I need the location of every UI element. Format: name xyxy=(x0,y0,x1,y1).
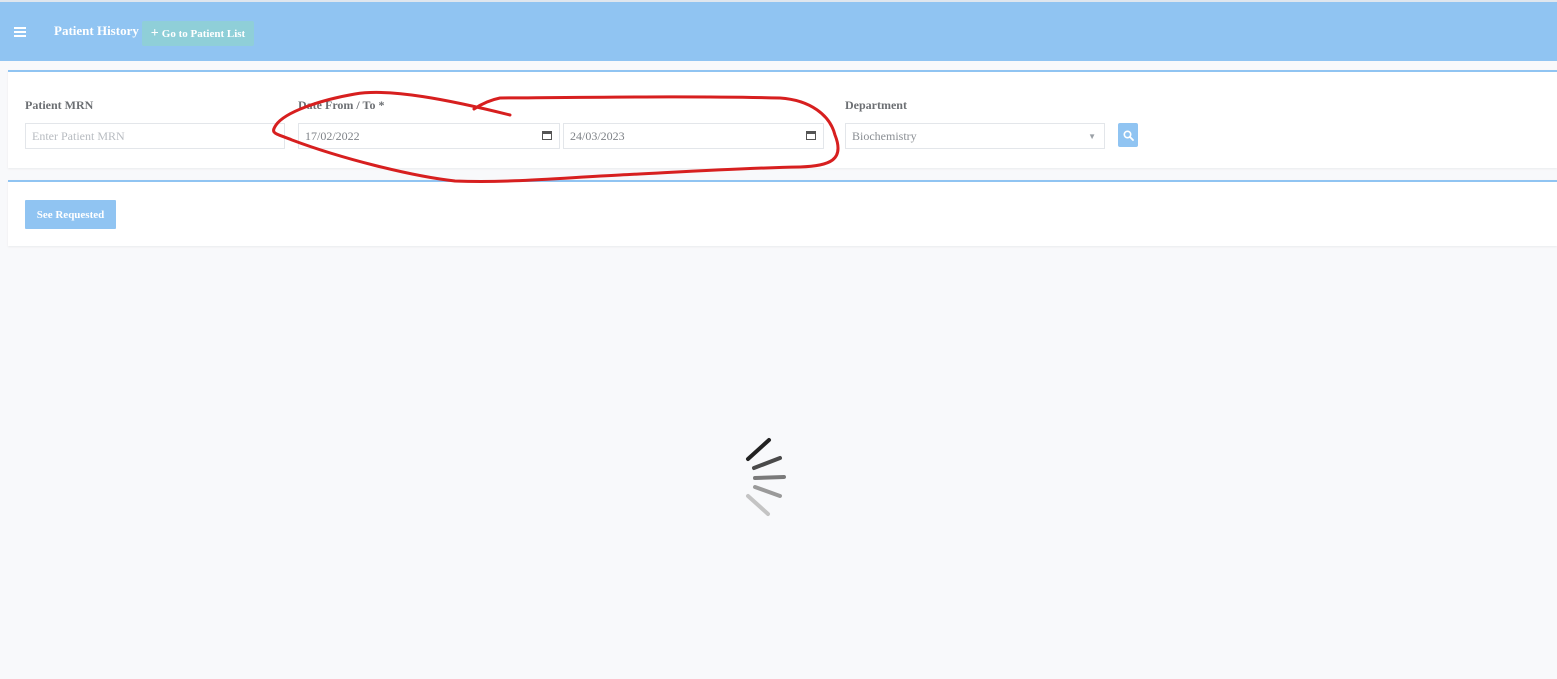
chevron-down-icon: ▼ xyxy=(1088,132,1096,141)
patient-mrn-placeholder: Enter Patient MRN xyxy=(32,128,125,143)
date-range-label: Date From / To * xyxy=(298,98,385,112)
date-to-value: 24/03/2023 xyxy=(570,128,625,143)
department-value: Biochemistry xyxy=(852,128,917,143)
filters-panel xyxy=(8,70,1557,168)
department-label: Department xyxy=(845,98,907,112)
actions-panel xyxy=(8,180,1557,246)
calendar-icon[interactable] xyxy=(542,131,552,140)
search-icon xyxy=(1122,129,1134,141)
menu-icon[interactable] xyxy=(14,27,26,37)
go-to-patient-list-button[interactable]: + Go to Patient List xyxy=(142,21,254,46)
department-select[interactable]: Biochemistry ▼ xyxy=(845,123,1105,149)
top-bar: Patient History + Go to Patient List xyxy=(0,0,1557,61)
date-from-value: 17/02/2022 xyxy=(305,128,360,143)
patient-mrn-input[interactable]: Enter Patient MRN xyxy=(25,123,285,149)
page-title: Patient History xyxy=(54,23,139,38)
plus-icon: + xyxy=(150,25,159,41)
calendar-icon[interactable] xyxy=(806,131,816,140)
see-requested-button[interactable]: See Requested xyxy=(25,200,116,229)
loading-spinner xyxy=(746,438,786,516)
go-to-patient-list-label: Go to Patient List xyxy=(161,27,246,40)
patient-mrn-label: Patient MRN xyxy=(25,98,94,112)
date-from-input[interactable]: 17/02/2022 xyxy=(298,123,560,149)
search-button[interactable] xyxy=(1118,123,1138,147)
date-to-input[interactable]: 24/03/2023 xyxy=(563,123,824,149)
